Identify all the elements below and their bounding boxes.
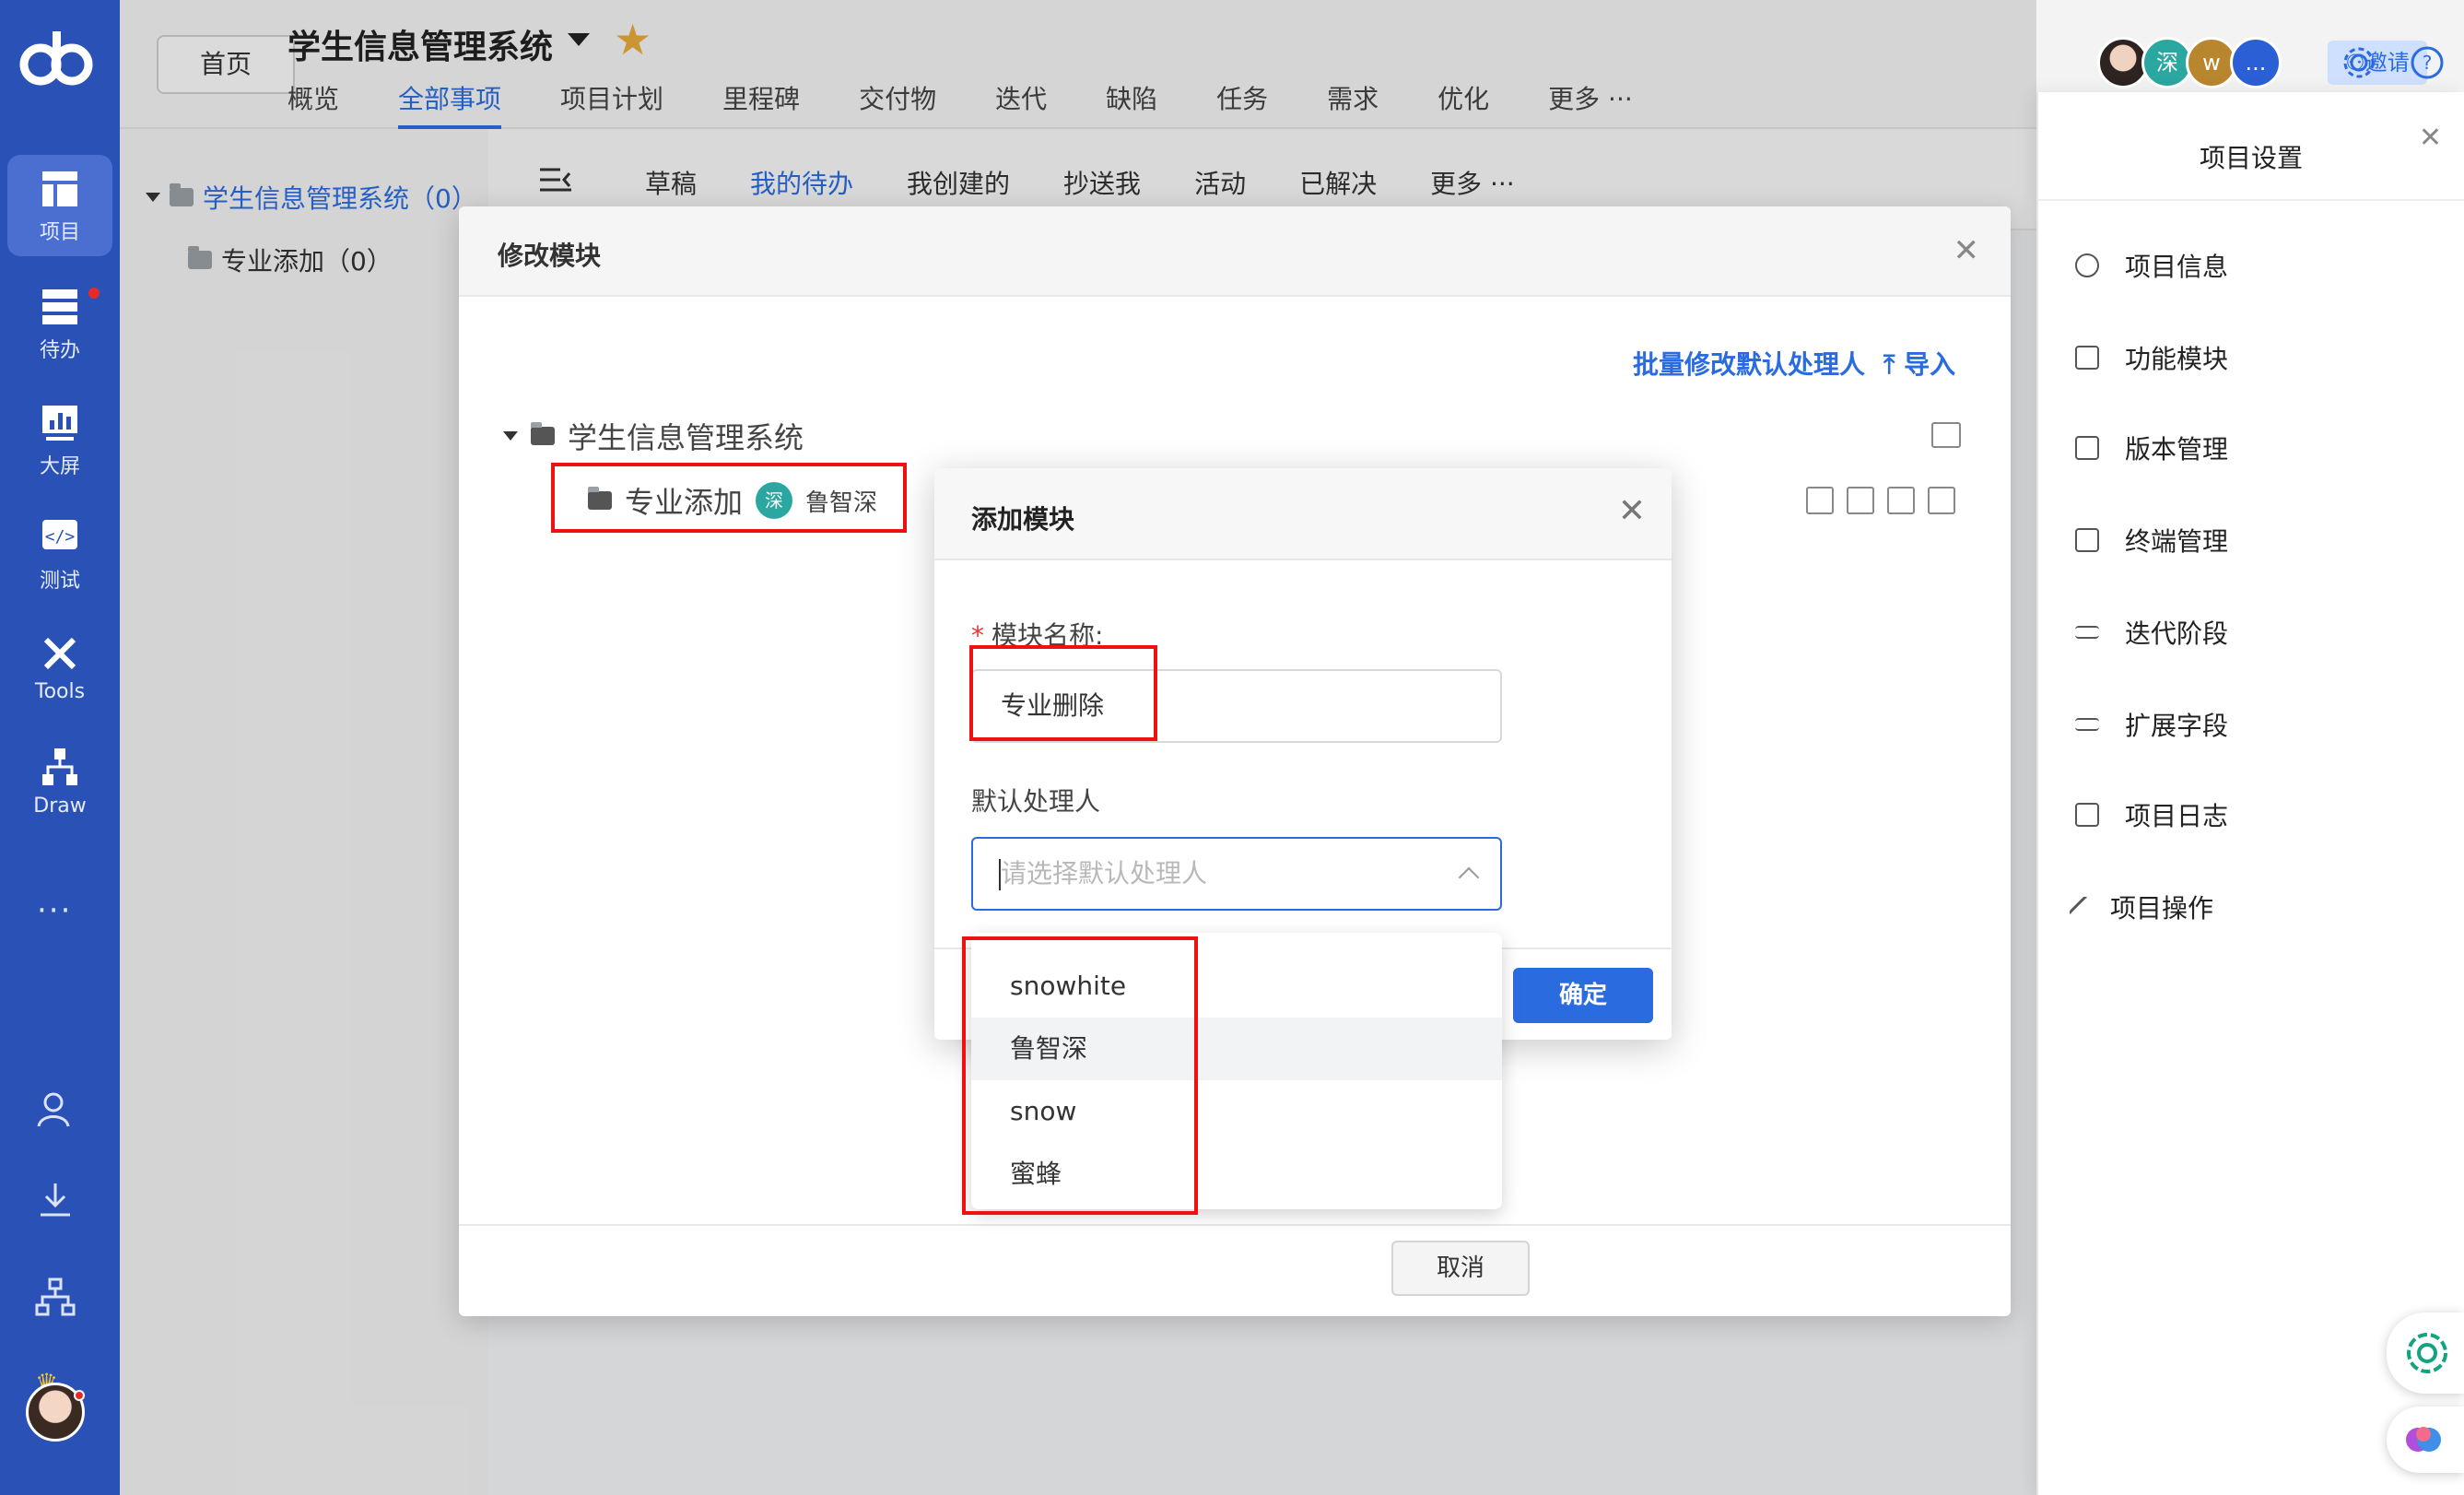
settings-item-versions[interactable]: 版本管理 (2075, 430, 2228, 466)
nav-more[interactable]: ··· (37, 892, 72, 929)
nav-item-tools[interactable]: Tools (7, 619, 112, 721)
owner-placeholder: 请选择默认处理人 (1001, 858, 1208, 889)
dialog-title: 添加模块 (971, 504, 1075, 535)
book-icon (2075, 436, 2099, 460)
highlight-box-name (969, 645, 1157, 741)
text-cursor (999, 859, 1001, 890)
chevron-up-icon[interactable] (1458, 866, 1480, 889)
settings-item-operations[interactable]: 项目操作 (2068, 889, 2214, 925)
project-settings-panel: ✕ 项目设置 项目信息 功能模块 版本管理 终端管理 迭代阶段 扩展字段 项目日… (2036, 92, 2464, 1495)
settings-item-label: 项目日志 (2125, 801, 2229, 831)
avatar-notification-dot (74, 1390, 85, 1401)
divider (2038, 199, 2464, 201)
ai-brain-button[interactable] (2387, 1407, 2464, 1473)
settings-item-logs[interactable]: 项目日志 (2075, 796, 2228, 833)
highlight-box-module (551, 463, 907, 533)
list-icon (2075, 626, 2099, 639)
add-subfolder-icon[interactable] (1806, 487, 1834, 514)
dialog-header: 添加模块 (934, 468, 1672, 560)
highlight-box-options (962, 936, 1198, 1215)
trash-icon[interactable] (1928, 487, 1955, 514)
upload-icon: ⤒ (1883, 349, 1905, 380)
gear-icon[interactable] (2341, 44, 2377, 81)
settings-item-iteration-stages[interactable]: 迭代阶段 (2075, 614, 2228, 651)
nav-item-dashboard[interactable]: 大屏 (7, 389, 112, 490)
hammer-icon (2068, 895, 2092, 919)
settings-item-label: 迭代阶段 (2125, 618, 2229, 649)
nav-label: 大屏 (39, 455, 80, 478)
project-icon (42, 171, 77, 206)
table-icon (2075, 346, 2099, 370)
monitor-icon (2075, 528, 2099, 552)
draw-icon (42, 748, 77, 785)
default-owner-label: 默认处理人 (971, 786, 1101, 817)
dialog-footer (459, 1224, 2011, 1316)
settings-item-label: 项目信息 (2125, 252, 2229, 282)
nav-label: Draw (33, 795, 87, 818)
download-icon[interactable] (35, 1180, 76, 1220)
tools-icon (43, 637, 76, 670)
folder-icon (531, 422, 555, 445)
left-nav: 项目 待办 大屏 </> 测试 Tools Draw ··· ♛ (0, 0, 120, 1495)
nav-label: 测试 (39, 570, 80, 593)
settings-item-info[interactable]: 项目信息 (2075, 247, 2228, 284)
brain-icon (2406, 1427, 2441, 1452)
import-label: 导入 (1904, 349, 1956, 380)
settings-item-label: 扩展字段 (2125, 711, 2229, 741)
ai-knot-icon (2407, 1333, 2447, 1373)
edit-icon[interactable] (1847, 487, 1874, 514)
nav-item-draw[interactable]: Draw (7, 734, 112, 835)
nav-label: Tools (34, 680, 86, 703)
nav-item-test[interactable]: </> 测试 (7, 503, 112, 605)
todo-icon (42, 289, 77, 324)
default-owner-select[interactable]: 请选择默认处理人 (971, 837, 1502, 911)
dialog-title: 修改模块 (498, 241, 602, 271)
ai-assistant-button[interactable] (2387, 1313, 2464, 1394)
settings-item-extended-fields[interactable]: 扩展字段 (2075, 706, 2228, 743)
settings-item-label: 版本管理 (2125, 434, 2229, 465)
notification-dot (88, 288, 100, 299)
dialog-header: 修改模块 (459, 206, 2011, 297)
user-network-icon[interactable] (35, 1089, 76, 1130)
dashboard-icon (42, 406, 77, 441)
batch-edit-owner-link[interactable]: 批量修改默认处理人 (1633, 345, 1865, 382)
cancel-button[interactable]: 取消 (1391, 1241, 1530, 1296)
settings-title: 项目设置 (2199, 143, 2303, 173)
module-root-label: 学生信息管理系统 (568, 420, 804, 455)
settings-item-label: 功能模块 (2125, 344, 2229, 374)
settings-item-modules[interactable]: 功能模块 (2075, 339, 2228, 376)
settings-item-label: 终端管理 (2125, 526, 2229, 557)
app-logo-icon[interactable] (17, 26, 96, 92)
row-action-icons (1806, 487, 1955, 514)
ok-button[interactable]: 确定 (1513, 968, 1653, 1023)
nav-item-project[interactable]: 项目 (7, 155, 112, 256)
settings-item-label: 项目操作 (2110, 893, 2214, 924)
help-icon[interactable]: ? (2409, 44, 2446, 81)
svg-text:?: ? (2423, 52, 2433, 74)
close-icon[interactable]: ✕ (1954, 232, 1980, 269)
nav-label: 待办 (39, 339, 80, 362)
code-test-icon: </> (42, 520, 77, 549)
settings-item-terminals[interactable]: 终端管理 (2075, 522, 2228, 559)
member-avatar-more[interactable]: ... (2230, 37, 2282, 88)
copy-icon[interactable] (1887, 487, 1915, 514)
log-book-icon (2075, 803, 2099, 827)
expand-caret-icon[interactable] (503, 431, 518, 441)
org-chart-icon[interactable] (35, 1277, 76, 1318)
nav-label: 项目 (39, 221, 80, 244)
module-root-row[interactable]: 学生信息管理系统 (503, 415, 804, 457)
list-icon (2075, 718, 2099, 731)
svg-text:</>: </> (45, 527, 76, 547)
info-icon (2075, 253, 2099, 277)
close-icon[interactable]: ✕ (1618, 492, 1646, 530)
import-link[interactable]: ⤒ 导入 (1883, 345, 1955, 382)
add-folder-icon[interactable] (1931, 422, 1961, 448)
